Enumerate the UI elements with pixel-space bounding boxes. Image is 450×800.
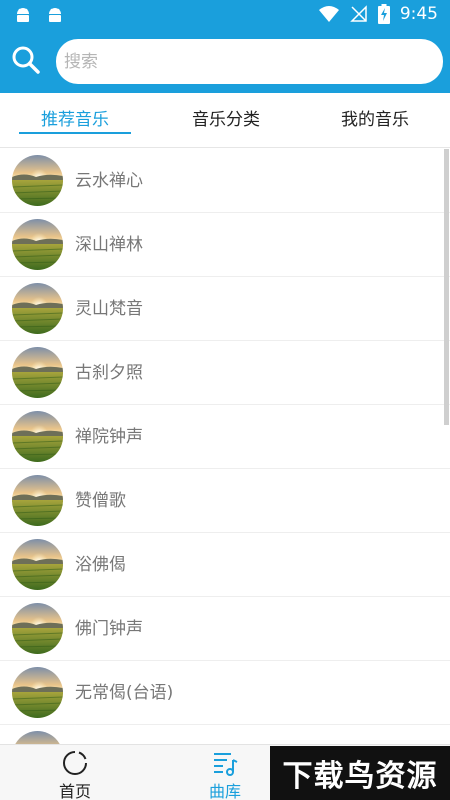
list-item[interactable]: 云水禅心 (0, 149, 450, 213)
battery-charging-icon (377, 4, 390, 24)
song-thumbnail (12, 347, 63, 398)
refresh-circle-icon (63, 751, 87, 775)
list-scrollbar[interactable] (444, 149, 449, 425)
tab-bar: 推荐音乐 音乐分类 我的音乐 (0, 93, 450, 148)
app-header (0, 30, 450, 93)
search-input[interactable] (56, 39, 443, 84)
song-thumbnail (12, 475, 63, 526)
song-title: 禅院钟声 (75, 427, 143, 447)
nav-library-label: 曲库 (208, 782, 241, 800)
list-item[interactable]: 浴佛偈 (0, 533, 450, 597)
notification-icons (14, 6, 64, 24)
nav-home[interactable]: 首页 (20, 745, 130, 800)
list-item[interactable]: 古刹夕照 (0, 341, 450, 405)
tab-my-music[interactable]: 我的音乐 (319, 93, 431, 148)
song-title: 浴佛偈 (75, 555, 126, 575)
active-tab-indicator (19, 132, 131, 134)
android-icon (49, 8, 61, 22)
song-thumbnail (12, 411, 63, 462)
tab-recommended-music[interactable]: 推荐音乐 (19, 93, 131, 148)
song-title: 深山禅林 (75, 235, 143, 255)
song-thumbnail (12, 283, 63, 334)
clock: 9:45 (399, 4, 438, 24)
song-thumbnail (12, 731, 63, 744)
song-title: 灵山梵音 (75, 299, 143, 319)
song-thumbnail (12, 219, 63, 270)
watermark-text: 下载鸟资源 (282, 759, 438, 794)
song-title: 古刹夕照 (75, 363, 143, 383)
list-item[interactable]: 灵山梵音 (0, 277, 450, 341)
list-item[interactable]: 佛门钟声 (0, 597, 450, 661)
song-thumbnail (12, 539, 63, 590)
wifi-icon (318, 6, 339, 22)
watermark-logo: 下载鸟资源 (270, 746, 450, 800)
song-title: 佛门钟声 (75, 619, 143, 639)
status-bar: 9:45 (0, 0, 450, 30)
list-item[interactable]: 深山禅林 (0, 213, 450, 277)
song-thumbnail (12, 667, 63, 718)
search-icon (12, 46, 40, 74)
song-thumbnail (12, 603, 63, 654)
list-item[interactable]: 禅院钟声 (0, 405, 450, 469)
nav-home-label: 首页 (58, 782, 91, 800)
song-title: 云水禅心 (75, 171, 143, 191)
music-list-icon (214, 753, 238, 776)
search-box (56, 39, 443, 84)
no-signal-icon (350, 5, 367, 22)
tab-music-categories[interactable]: 音乐分类 (170, 93, 282, 148)
song-thumbnail (12, 155, 63, 206)
song-title: 赞僧歌 (75, 491, 126, 511)
android-icon (17, 8, 29, 22)
list-item[interactable]: 无常偈(台语) (0, 661, 450, 725)
search-button[interactable] (10, 44, 42, 76)
song-list[interactable]: 云水禅心 深山禅林 灵山梵音 古刹夕照 禅院钟声 赞僧歌 浴佛偈 佛门钟声 无常… (0, 149, 450, 744)
list-item[interactable]: 赞僧歌 (0, 469, 450, 533)
song-title: 无常偈(台语) (75, 683, 174, 703)
nav-library[interactable]: 曲库 (170, 745, 280, 800)
list-item[interactable] (0, 725, 450, 744)
